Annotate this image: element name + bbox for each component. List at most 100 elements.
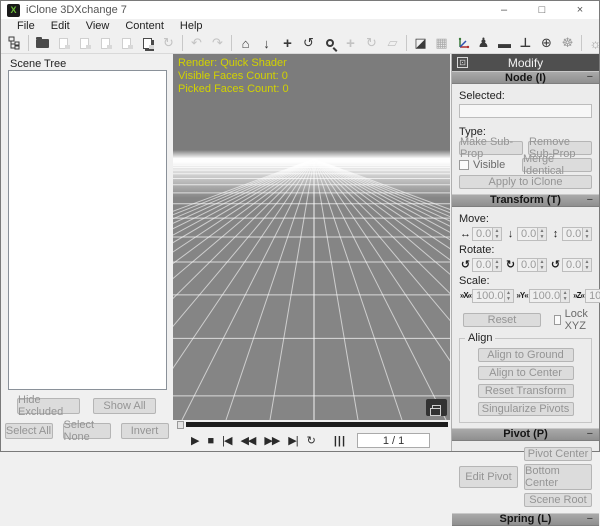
spinner-arrows[interactable]: ▲▼ [538,258,547,272]
show-all-button[interactable]: Show All [93,398,156,414]
section-spring-header[interactable]: Spring (L) − [452,513,599,526]
spin-down-icon[interactable]: ▼ [493,234,501,240]
figure-display-button[interactable]: ♟ [473,34,494,53]
maximize-button[interactable]: □ [523,1,561,19]
minimize-button[interactable]: – [485,1,523,19]
collapse-icon[interactable]: − [587,428,593,440]
rotate-value[interactable]: 0.0 [562,258,583,272]
skip-to-start-button[interactable]: |◀ [222,434,231,447]
apply-to-iclone-panel-button[interactable]: Apply to iClone [459,175,592,189]
visible-checkbox-group[interactable]: Visible [459,159,505,171]
turtle-button[interactable]: ☸ [557,34,578,53]
spinner-arrows[interactable]: ▲▼ [493,258,502,272]
point-light-button[interactable]: ☼ [585,34,600,53]
rewind-button[interactable]: ◀◀ [240,434,255,447]
timeline-handle[interactable] [177,421,184,429]
scene-tree-list[interactable] [8,70,167,390]
scale-value[interactable]: 100.0 [585,289,600,303]
loop-button[interactable]: ↻ [307,434,315,447]
close-button[interactable]: × [561,1,599,19]
home-view-button[interactable]: ⌂ [235,34,256,53]
move-value[interactable]: 0.0 [472,227,493,241]
skip-to-end-button[interactable]: ▶| [288,434,297,447]
reset-button[interactable]: Reset [463,313,541,327]
spin-down-icon[interactable]: ▼ [505,296,513,302]
pivot-center-button[interactable]: Pivot Center [524,447,592,461]
spinner-arrows[interactable]: ▲▼ [505,289,514,303]
align-to-ground-button[interactable]: Align to Ground [478,348,574,362]
spinner-arrows[interactable]: ▲▼ [493,227,502,241]
document-icon [59,38,68,49]
reset-transform-button[interactable]: Reset Transform [478,384,574,398]
move-value[interactable]: 0.0 [517,227,538,241]
spinner-arrows[interactable]: ▲▼ [583,258,592,272]
menu-help[interactable]: Help [172,20,211,32]
orbit-camera-button[interactable]: ↺ [298,34,319,53]
spin-down-icon[interactable]: ▼ [583,234,591,240]
frame-mode-button[interactable]: ||| [334,435,346,447]
timeline[interactable] [173,420,450,430]
lock-xyz-group[interactable]: Lock XYZ [554,308,592,332]
selected-node-field[interactable] [459,104,592,118]
lock-xyz-checkbox[interactable] [554,315,561,325]
rotate-value[interactable]: 0.0 [472,258,493,272]
spin-down-icon[interactable]: ▼ [538,265,546,271]
move-axis-icon: ↔ [459,228,472,240]
frame-indicator[interactable]: 1 / 1 [357,433,430,448]
section-pivot-header[interactable]: Pivot (P) − [452,428,599,441]
invert-button[interactable]: Invert [121,423,169,439]
align-to-center-button[interactable]: Align to Center [478,366,574,380]
menu-file[interactable]: File [9,20,43,32]
singularize-pivots-button[interactable]: Singularize Pivots [478,402,574,416]
grid-toggle-button[interactable]: ▦ [431,34,452,53]
spinner-arrows[interactable]: ▲▼ [583,227,592,241]
apply-to-iclone-button[interactable] [137,34,158,53]
bottom-center-button[interactable]: Bottom Center [524,464,592,490]
hide-excluded-button[interactable]: Hide Excluded [17,398,80,414]
collapse-icon[interactable]: − [587,71,593,83]
light-stand-button[interactable]: ⊥ [515,34,536,53]
move-fields: ↔0.0▲▼↓0.0▲▼↕0.0▲▼ [459,227,592,241]
spinner-arrows[interactable]: ▲▼ [561,289,570,303]
menu-edit[interactable]: Edit [43,20,78,32]
edit-pivot-button[interactable]: Edit Pivot [459,466,518,488]
play-button[interactable]: ▶ [191,434,198,447]
pan-camera-button[interactable]: + [277,34,298,53]
spin-down-icon[interactable]: ▼ [561,296,569,302]
move-value[interactable]: 0.0 [562,227,583,241]
zoom-camera-button[interactable] [319,34,340,53]
stop-button[interactable]: ■ [207,435,213,447]
visible-checkbox[interactable] [459,160,469,170]
select-none-button[interactable]: Select None [63,423,111,439]
axis-gizmo-button[interactable] [452,34,473,53]
dock-icon[interactable]: ⊡ [457,57,468,68]
rotate-value[interactable]: 0.0 [517,258,538,272]
menu-view[interactable]: View [78,20,118,32]
scene-tree-toggle-button[interactable] [4,34,25,53]
make-sub-prop-button[interactable]: Make Sub-Prop [459,141,523,155]
spin-down-icon[interactable]: ▼ [538,234,546,240]
spin-down-icon[interactable]: ▼ [493,265,501,271]
app-icon: X [7,4,20,17]
scale-value[interactable]: 100.0 [529,289,562,303]
collapse-icon[interactable]: − [587,513,593,525]
select-all-button[interactable]: Select All [5,423,53,439]
shade-mode-button[interactable]: ◪ [410,34,431,53]
open-file-button[interactable] [32,34,53,53]
scale-value[interactable]: 100.0 [472,289,505,303]
menu-content[interactable]: Content [117,20,172,32]
merge-identical-button[interactable]: Merge Identical [522,158,592,172]
spin-down-icon[interactable]: ▼ [583,265,591,271]
camera-switch-button[interactable] [426,399,447,416]
globe-button[interactable]: ⊕ [536,34,557,53]
scene-root-button[interactable]: Scene Root [524,493,592,507]
section-node-header[interactable]: Node (I) − [452,71,599,84]
viewport-3d[interactable]: Render: Quick Shader Visible Faces Count… [173,54,450,420]
section-transform-header[interactable]: Transform (T) − [452,194,599,207]
timeline-track[interactable] [186,422,448,427]
zoom-fit-button[interactable]: ↓ [256,34,277,53]
image-plane-button[interactable]: ▬ [494,34,515,53]
fast-forward-button[interactable]: ▶▶ [264,434,279,447]
spinner-arrows[interactable]: ▲▼ [538,227,547,241]
collapse-icon[interactable]: − [587,194,593,206]
